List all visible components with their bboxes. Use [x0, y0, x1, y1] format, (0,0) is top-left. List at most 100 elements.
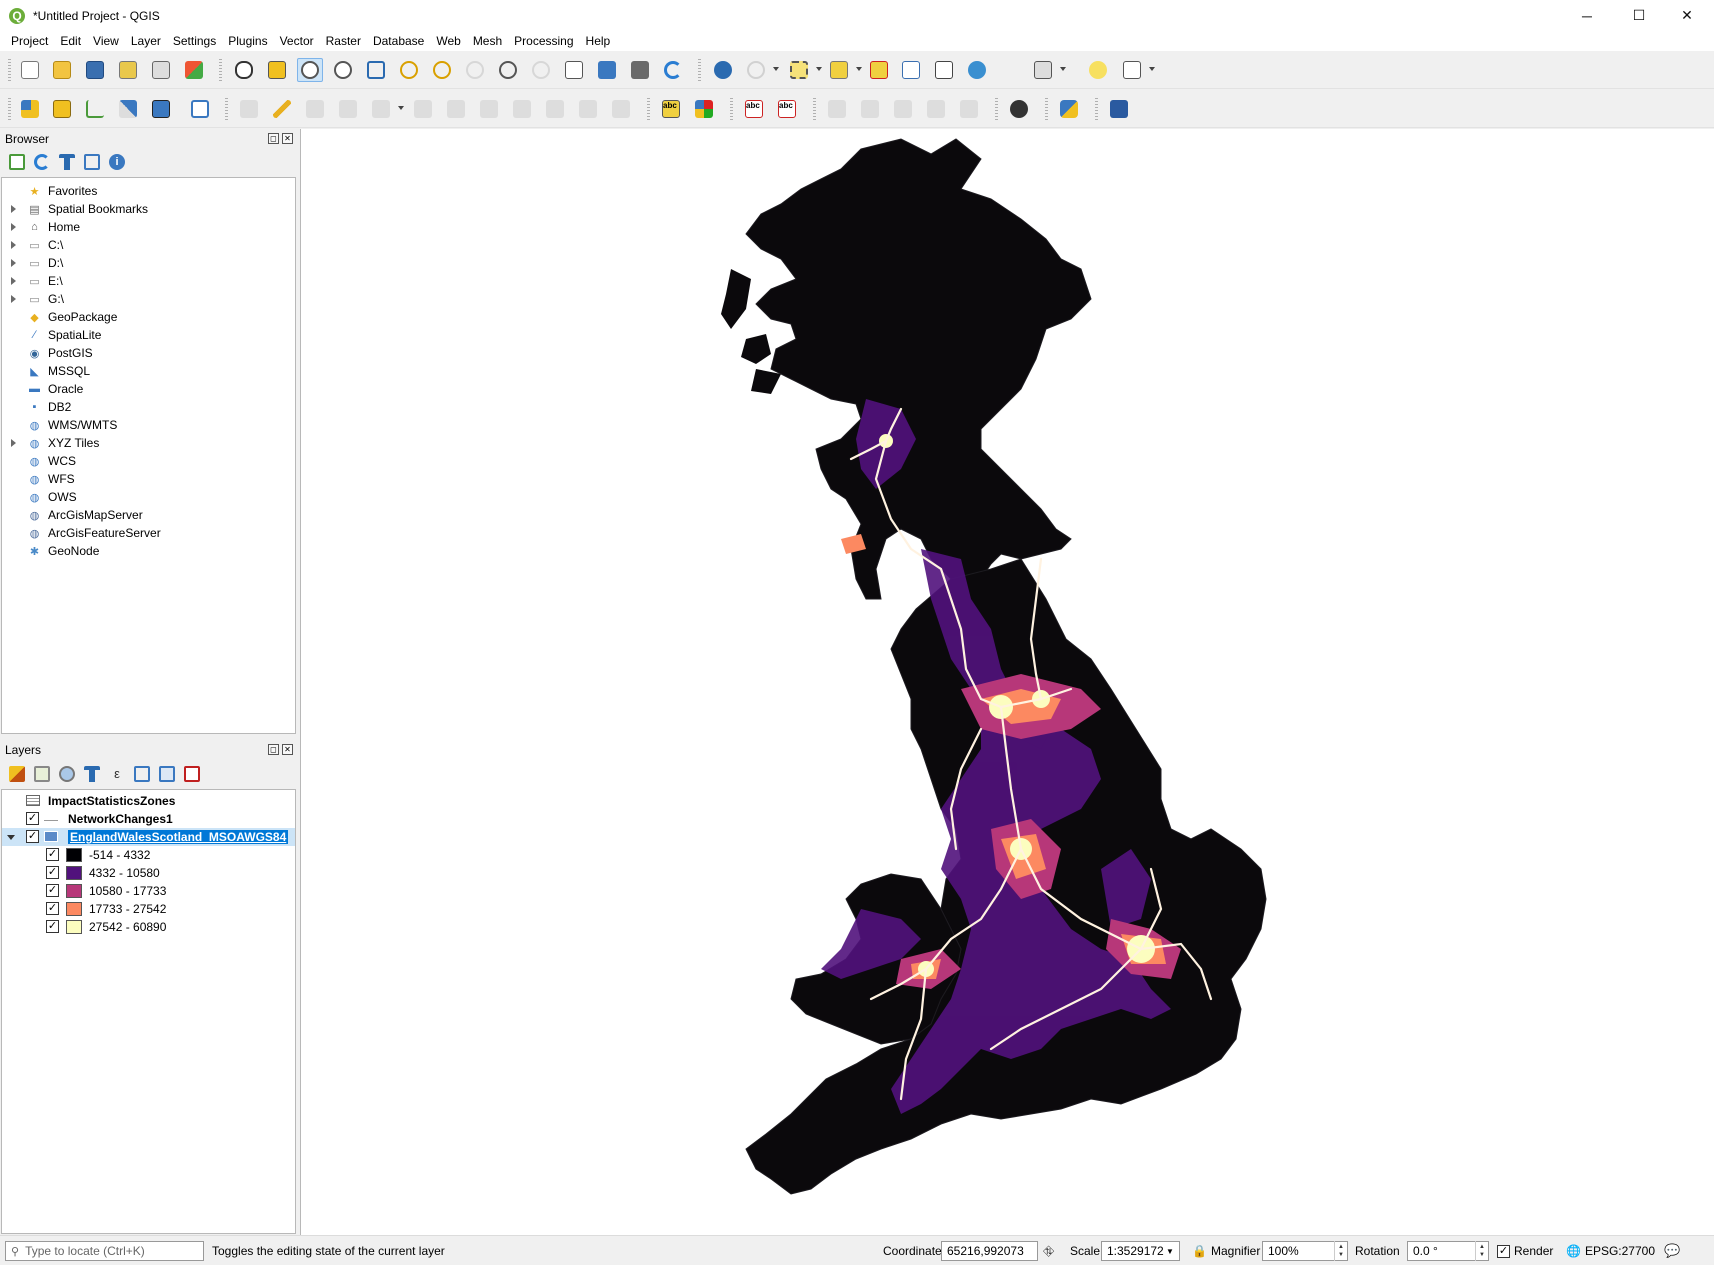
select-by-value-button[interactable]: [826, 58, 852, 82]
new-map-view-button[interactable]: [561, 58, 587, 82]
statistics-button[interactable]: [997, 58, 1023, 82]
toolbar-grip[interactable]: [8, 98, 11, 120]
layer-item[interactable]: ✓ NetworkChanges1: [2, 810, 295, 828]
redo-button[interactable]: [608, 97, 634, 121]
attribute-table-button[interactable]: [898, 58, 924, 82]
browser-item-geopackage[interactable]: ◆ GeoPackage: [2, 308, 292, 326]
expression-filter-icon[interactable]: ε: [109, 766, 125, 782]
copy-features-button[interactable]: [509, 97, 535, 121]
new-bookmark-button[interactable]: [594, 58, 620, 82]
toolbar-grip[interactable]: [219, 59, 222, 81]
locator-search-input[interactable]: ⚲ Type to locate (Ctrl+K): [5, 1241, 204, 1261]
browser-item-spatialite[interactable]: ∕ SpatiaLite: [2, 326, 292, 344]
expand-arrow-icon[interactable]: [11, 259, 16, 267]
browser-item-favorites[interactable]: ★ Favorites: [2, 182, 292, 200]
browser-item-mssql[interactable]: ◣ MSSQL: [2, 362, 292, 380]
browser-item-e[interactable]: ▭ E:\: [2, 272, 292, 290]
vertex-tool-button[interactable]: [368, 97, 394, 121]
pin-label-button[interactable]: abc: [774, 97, 800, 121]
browser-item-geonode[interactable]: ✱ GeoNode: [2, 542, 292, 560]
toolbar-grip[interactable]: [730, 98, 733, 120]
legend-class-item[interactable]: ✓ 10580 - 17733: [2, 882, 295, 900]
toolbar-grip[interactable]: [1045, 98, 1048, 120]
minimize-button[interactable]: ─: [1564, 0, 1610, 31]
legend-class-checkbox[interactable]: ✓: [46, 920, 59, 933]
filter-icon[interactable]: [59, 154, 75, 170]
menu-raster[interactable]: Raster: [320, 34, 367, 48]
add-feature-button[interactable]: [335, 97, 361, 121]
close-button[interactable]: ✕: [1664, 0, 1710, 31]
crs-button[interactable]: 🌐 EPSG:27700: [1566, 1241, 1655, 1261]
browser-item-xyz-tiles[interactable]: ◍ XYZ Tiles: [2, 434, 292, 452]
help-button[interactable]: [1106, 97, 1132, 121]
browser-item-wcs[interactable]: ◍ WCS: [2, 452, 292, 470]
new-spatialite-button[interactable]: [115, 97, 141, 121]
zoom-native-button[interactable]: [462, 58, 488, 82]
legend-class-item[interactable]: ✓ -514 - 4332: [2, 846, 295, 864]
legend-class-item[interactable]: ✓ 27542 - 60890: [2, 918, 295, 936]
label-tool-button[interactable]: abc: [658, 97, 684, 121]
field-calculator-button[interactable]: [931, 58, 957, 82]
zoom-next-button[interactable]: [528, 58, 554, 82]
diagram-button[interactable]: [691, 97, 717, 121]
current-edits-button[interactable]: [236, 97, 262, 121]
add-selected-layers-icon[interactable]: [9, 154, 25, 170]
browser-item-oracle[interactable]: ▬ Oracle: [2, 380, 292, 398]
toolbar-grip[interactable]: [1095, 98, 1098, 120]
toolbar-grip[interactable]: [995, 98, 998, 120]
show-bookmarks-button[interactable]: [627, 58, 653, 82]
save-edits-button[interactable]: [302, 97, 328, 121]
lock-scale-icon[interactable]: 🔒: [1192, 1241, 1207, 1261]
chevron-down-icon[interactable]: [398, 106, 404, 110]
data-source-manager-button[interactable]: [17, 97, 43, 121]
filter-legend-icon[interactable]: [84, 766, 100, 782]
pan-button[interactable]: [231, 58, 257, 82]
close-panel-icon[interactable]: ✕: [282, 744, 293, 755]
layer-visibility-checkbox[interactable]: ✓: [26, 812, 39, 825]
open-project-button[interactable]: [49, 58, 75, 82]
browser-item-arcgismapserver[interactable]: ◍ ArcGisMapServer: [2, 506, 292, 524]
menu-processing[interactable]: Processing: [508, 34, 579, 48]
menu-web[interactable]: Web: [430, 34, 466, 48]
scale-dropdown-icon[interactable]: ▼: [1166, 1241, 1174, 1261]
deselect-button[interactable]: [866, 58, 892, 82]
expand-arrow-icon[interactable]: [11, 439, 16, 447]
python-console-button[interactable]: [1056, 97, 1082, 121]
change-label-button[interactable]: [923, 97, 949, 121]
layer-item[interactable]: ImpactStatisticsZones: [2, 792, 295, 810]
chevron-down-icon[interactable]: [773, 67, 779, 71]
refresh-button[interactable]: [660, 58, 686, 82]
modify-attributes-button[interactable]: [410, 97, 436, 121]
layer-item[interactable]: ✓ EnglandWalesScotland_MSOAWGS84: [2, 828, 295, 846]
style-manager-icon[interactable]: [9, 766, 25, 782]
browser-item-db2[interactable]: ▪ DB2: [2, 398, 292, 416]
zoom-last-button[interactable]: [495, 58, 521, 82]
toolbar-grip[interactable]: [698, 59, 701, 81]
highlight-label-button[interactable]: abc: [741, 97, 767, 121]
undo-button[interactable]: [575, 97, 601, 121]
new-virtual-layer-button[interactable]: [187, 97, 213, 121]
expand-arrow-icon[interactable]: [11, 277, 16, 285]
expand-arrow-icon[interactable]: [11, 241, 16, 249]
browser-item-d[interactable]: ▭ D:\: [2, 254, 292, 272]
show-hide-labels-button[interactable]: [824, 97, 850, 121]
menu-view[interactable]: View: [87, 34, 125, 48]
map-tips-button[interactable]: [1085, 58, 1111, 82]
browser-item-home[interactable]: ⌂ Home: [2, 218, 292, 236]
collapse-all-icon[interactable]: [84, 154, 100, 170]
save-as-button[interactable]: [115, 58, 141, 82]
zoom-to-layer-button[interactable]: [429, 58, 455, 82]
add-group-icon[interactable]: [34, 766, 50, 782]
print-layout-button[interactable]: [148, 58, 174, 82]
toolbar-grip[interactable]: [225, 98, 228, 120]
identify-button[interactable]: [710, 58, 736, 82]
map-canvas[interactable]: [300, 129, 1714, 1235]
unpin-label-button[interactable]: [956, 97, 982, 121]
legend-class-checkbox[interactable]: ✓: [46, 902, 59, 915]
paste-features-button[interactable]: [542, 97, 568, 121]
legend-class-item[interactable]: ✓ 4332 - 10580: [2, 864, 295, 882]
qfieldsync-button[interactable]: [1006, 97, 1032, 121]
maximize-button[interactable]: ☐: [1616, 0, 1662, 31]
expand-all-icon[interactable]: [134, 766, 150, 782]
delete-selected-button[interactable]: [443, 97, 469, 121]
